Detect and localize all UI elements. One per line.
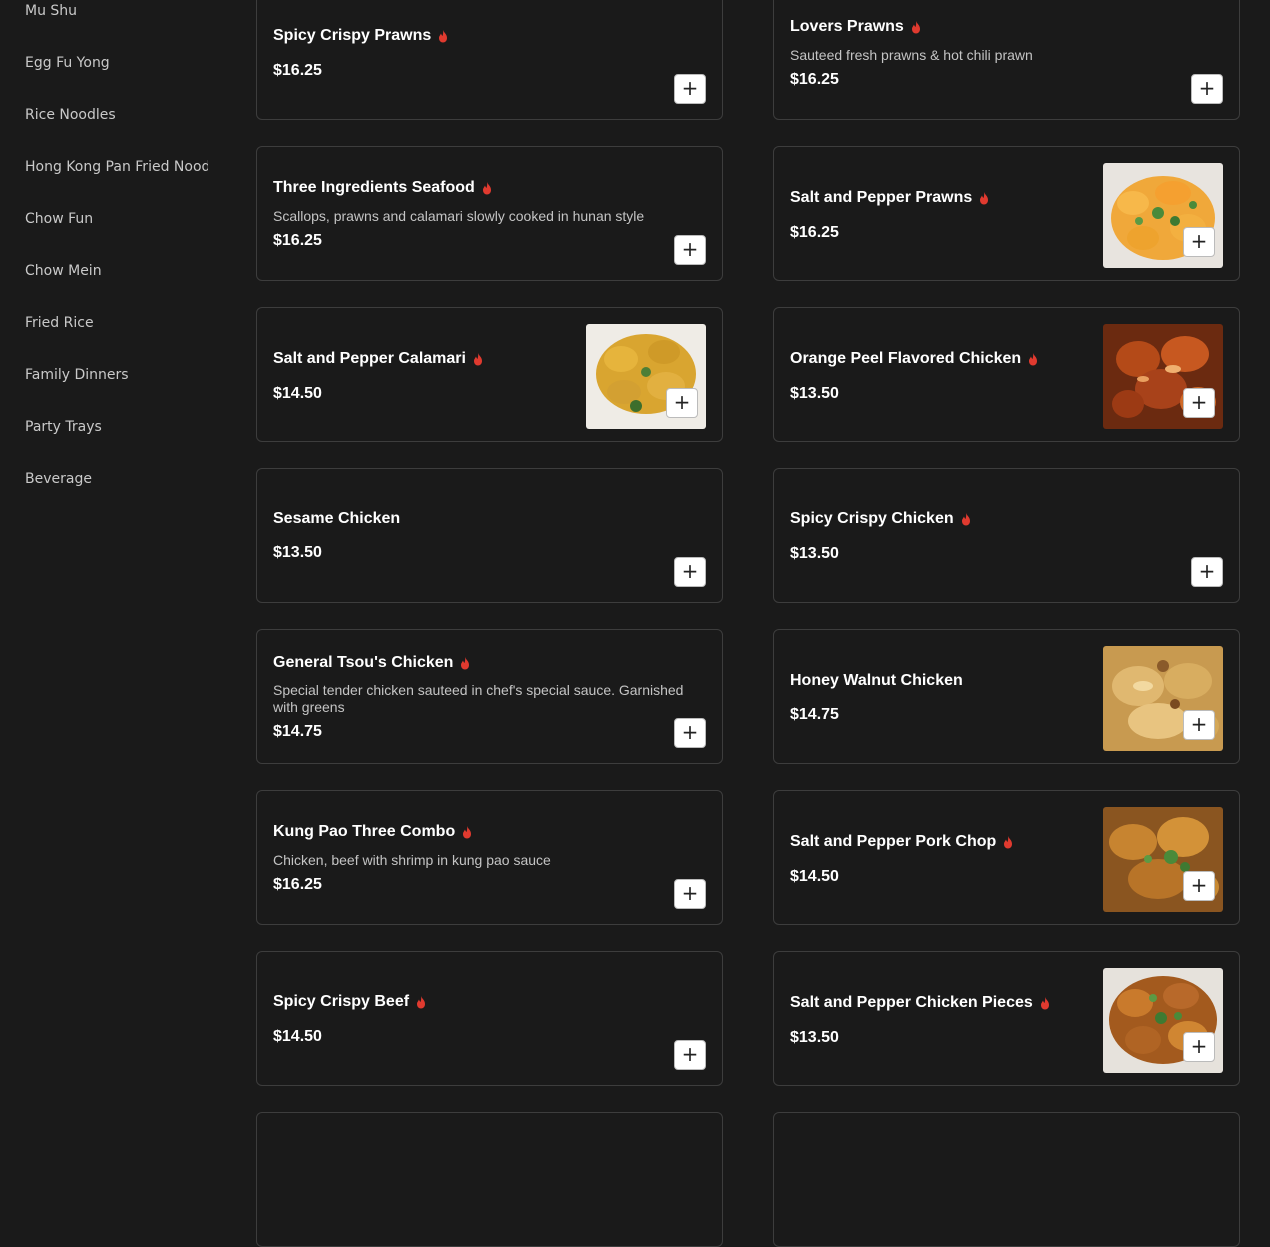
item-description: Sauteed fresh prawns & hot chili prawn	[790, 47, 1033, 63]
item-price: $16.25	[790, 71, 839, 88]
sidebar-item-chow-mein[interactable]: Chow Mein	[25, 262, 210, 280]
item-description: Chicken, beef with shrimp in kung pao sa…	[273, 852, 551, 868]
item-price: $14.50	[273, 385, 322, 402]
sidebar-item-party-trays[interactable]: Party Trays	[25, 418, 210, 436]
flame-icon	[961, 513, 970, 526]
item-name: Three Ingredients Seafood	[273, 179, 493, 197]
item-price: $14.75	[790, 706, 839, 723]
flame-icon	[439, 30, 448, 43]
item-price: $13.50	[790, 1029, 839, 1046]
add-to-cart-button[interactable]: +	[666, 388, 698, 418]
item-description: Special tender chicken sauteed in chef's…	[273, 682, 684, 715]
item-price: $14.75	[273, 723, 322, 740]
add-to-cart-button[interactable]: +	[1183, 1032, 1215, 1062]
item-name-text: Salt and Pepper Chicken Pieces	[790, 994, 1033, 1011]
flame-icon	[461, 657, 470, 670]
add-to-cart-button[interactable]: +	[1183, 710, 1215, 740]
item-name-text: Lovers Prawns	[790, 18, 904, 35]
item-name: Salt and Pepper Calamari	[273, 350, 484, 368]
add-to-cart-button[interactable]: +	[1191, 557, 1223, 587]
item-name: Salt and Pepper Chicken Pieces	[790, 994, 1051, 1012]
flame-icon	[463, 826, 472, 839]
menu-item-card[interactable]: Three Ingredients Seafood Scallops, praw…	[256, 146, 723, 281]
item-price: $13.50	[790, 545, 839, 562]
flame-icon	[980, 192, 989, 205]
item-name-text: Orange Peel Flavored Chicken	[790, 350, 1022, 367]
item-name: Kung Pao Three Combo	[273, 823, 473, 841]
item-name-text: Honey Walnut Chicken	[790, 672, 963, 689]
menu-item-card[interactable]: Spicy Crispy Prawns $16.25 +	[256, 0, 723, 120]
menu-item-card[interactable]: General Tsou's Chicken Special tender ch…	[256, 629, 723, 764]
menu-item-card[interactable]: Sesame Chicken $13.50 +	[256, 468, 723, 603]
menu-item-card[interactable]: Salt and Pepper Pork Chop $14.50 +	[773, 790, 1240, 925]
flame-icon	[482, 182, 491, 195]
menu-item-card[interactable]: Salt and Pepper Prawns $16.25 +	[773, 146, 1240, 281]
item-name-text: Spicy Crispy Prawns	[273, 27, 432, 44]
item-price: $13.50	[273, 544, 322, 561]
item-name-text: Salt and Pepper Pork Chop	[790, 833, 997, 850]
add-to-cart-button[interactable]: +	[674, 74, 706, 104]
sidebar-item-family-dinners[interactable]: Family Dinners	[25, 366, 210, 384]
item-name: Orange Peel Flavored Chicken	[790, 350, 1039, 368]
flame-icon	[1004, 836, 1013, 849]
add-to-cart-button[interactable]: +	[1183, 227, 1215, 257]
item-name: Spicy Crispy Beef	[273, 993, 427, 1011]
item-name: Lovers Prawns	[790, 18, 922, 36]
item-price: $16.25	[273, 232, 322, 249]
item-name-text: Salt and Pepper Prawns	[790, 189, 973, 206]
sidebar-item-chow-fun[interactable]: Chow Fun	[25, 210, 210, 228]
flame-icon	[911, 21, 920, 34]
add-to-cart-button[interactable]: +	[674, 557, 706, 587]
item-name: Honey Walnut Chicken	[790, 672, 963, 690]
item-price: $16.25	[790, 224, 839, 241]
add-to-cart-button[interactable]: +	[674, 235, 706, 265]
sidebar-item-fried-rice[interactable]: Fried Rice	[25, 314, 210, 332]
sidebar-item-beverage[interactable]: Beverage	[25, 470, 210, 488]
item-name: Salt and Pepper Pork Chop	[790, 833, 1014, 851]
menu-item-card[interactable]: Honey Walnut Chicken $14.75 +	[773, 629, 1240, 764]
sidebar-item-hong-kong-pan-fried-noodles[interactable]: Hong Kong Pan Fried Noodles	[25, 158, 208, 176]
sidebar-item-egg-fu-yong[interactable]: Egg Fu Yong	[25, 54, 210, 72]
menu-item-card[interactable]	[256, 1112, 723, 1247]
sidebar-item-rice-noodles[interactable]: Rice Noodles	[25, 106, 210, 124]
item-name-text: Three Ingredients Seafood	[273, 179, 475, 196]
category-sidebar: Mu Shu Egg Fu Yong Rice Noodles Hong Kon…	[0, 0, 210, 1119]
item-price: $14.50	[790, 868, 839, 885]
item-name-text: Spicy Crispy Chicken	[790, 510, 954, 527]
add-to-cart-button[interactable]: +	[674, 1040, 706, 1070]
item-price: $13.50	[790, 385, 839, 402]
item-name: Spicy Crispy Chicken	[790, 510, 972, 528]
item-name-text: Kung Pao Three Combo	[273, 823, 456, 840]
item-name: Sesame Chicken	[273, 510, 400, 528]
menu-item-card[interactable]: Spicy Crispy Beef $14.50 +	[256, 951, 723, 1086]
sidebar-item-mu-shu[interactable]: Mu Shu	[25, 2, 210, 20]
item-name: General Tsou's Chicken	[273, 654, 471, 672]
add-to-cart-button[interactable]: +	[674, 879, 706, 909]
menu-item-card[interactable]: Kung Pao Three Combo Chicken, beef with …	[256, 790, 723, 925]
item-price: $14.50	[273, 1028, 322, 1045]
flame-icon	[1040, 997, 1049, 1010]
add-to-cart-button[interactable]: +	[1183, 871, 1215, 901]
item-price: $16.25	[273, 876, 322, 893]
menu-item-card[interactable]: Orange Peel Flavored Chicken $13.50 +	[773, 307, 1240, 442]
flame-icon	[417, 996, 426, 1009]
item-name: Spicy Crispy Prawns	[273, 27, 449, 45]
item-description: Scallops, prawns and calamari slowly coo…	[273, 208, 645, 224]
item-name-text: General Tsou's Chicken	[273, 654, 454, 671]
flame-icon	[473, 353, 482, 366]
menu-item-card[interactable]: Salt and Pepper Calamari $14.50 +	[256, 307, 723, 442]
add-to-cart-button[interactable]: +	[1183, 388, 1215, 418]
menu-item-card[interactable]: Salt and Pepper Chicken Pieces $13.50 +	[773, 951, 1240, 1086]
item-name-text: Salt and Pepper Calamari	[273, 350, 466, 367]
item-price: $16.25	[273, 62, 322, 79]
menu-item-card[interactable]	[773, 1112, 1240, 1247]
item-name: Salt and Pepper Prawns	[790, 189, 990, 207]
flame-icon	[1029, 353, 1038, 366]
menu-item-card[interactable]: Lovers Prawns Sauteed fresh prawns & hot…	[773, 0, 1240, 120]
add-to-cart-button[interactable]: +	[674, 718, 706, 748]
add-to-cart-button[interactable]: +	[1191, 74, 1223, 104]
item-name-text: Spicy Crispy Beef	[273, 993, 410, 1010]
menu-item-card[interactable]: Spicy Crispy Chicken $13.50 +	[773, 468, 1240, 603]
item-name-text: Sesame Chicken	[273, 510, 401, 527]
